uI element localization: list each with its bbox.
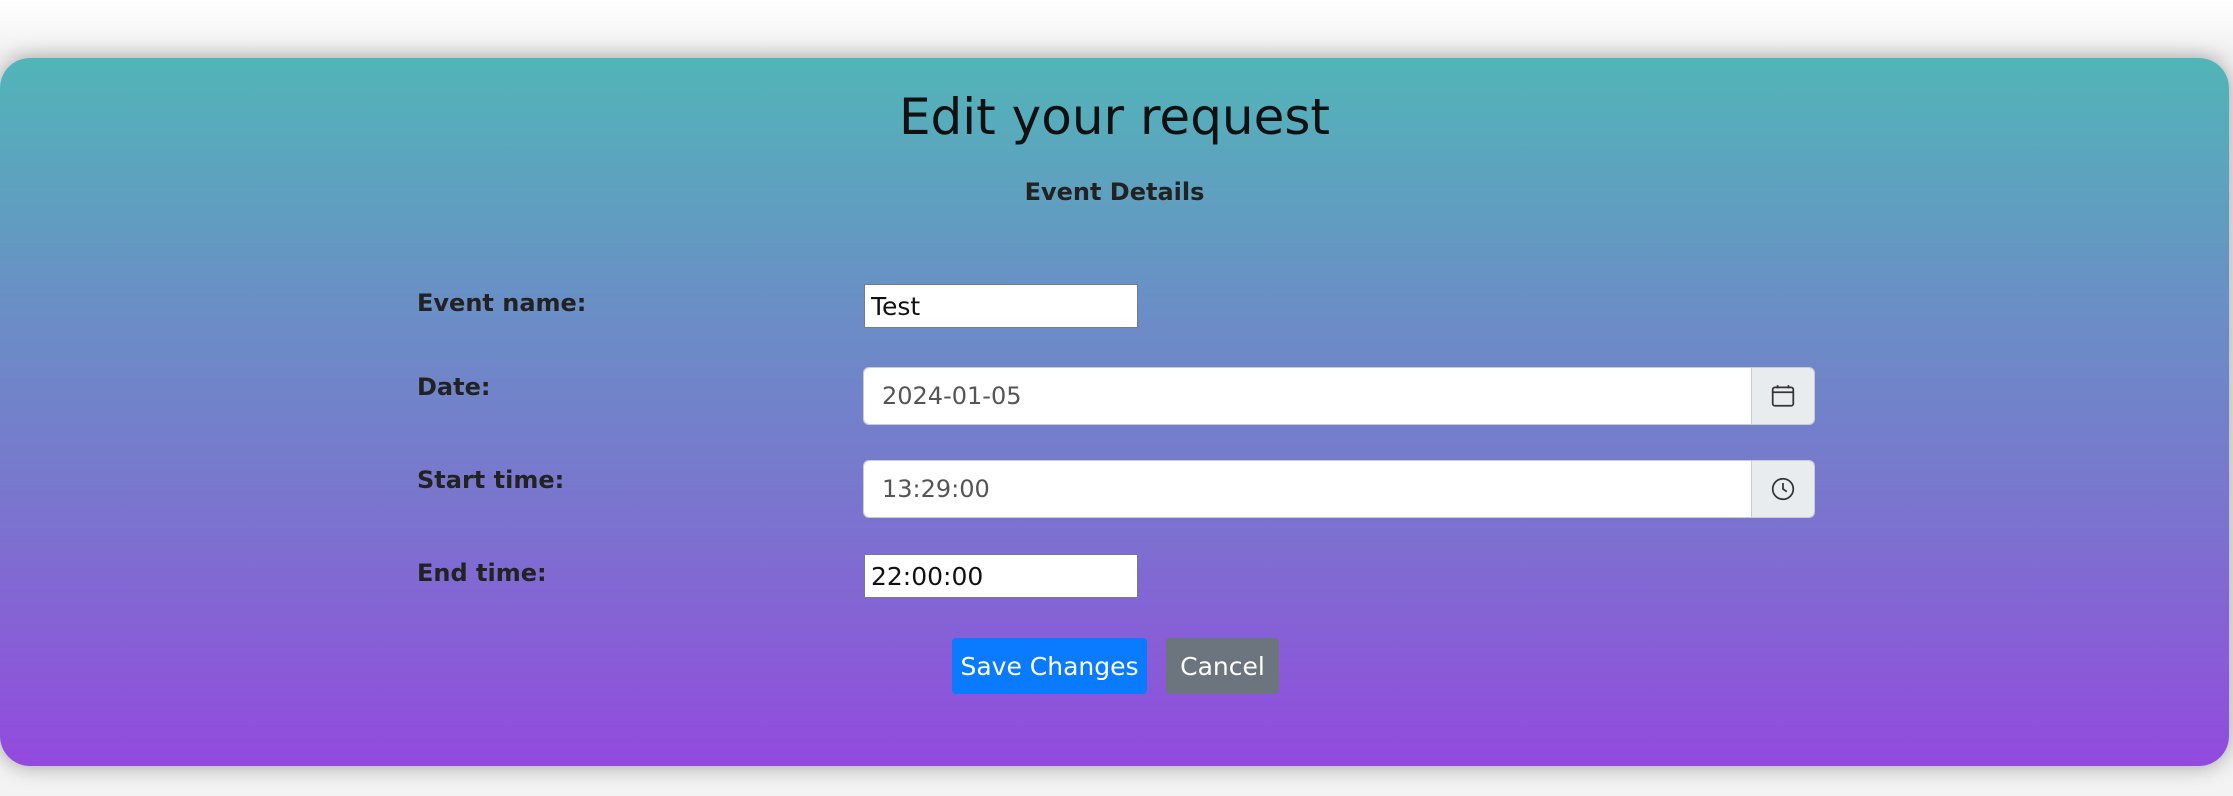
clock-icon bbox=[1771, 477, 1795, 501]
start-time-input-group bbox=[864, 461, 1814, 517]
date-label: Date: bbox=[417, 373, 491, 401]
page-title: Edit your request bbox=[898, 88, 1331, 146]
page-top-background bbox=[0, 0, 2233, 58]
section-subtitle: Event Details bbox=[1024, 178, 1205, 206]
save-changes-button[interactable]: Save Changes bbox=[952, 638, 1147, 694]
end-time-input[interactable] bbox=[864, 554, 1138, 598]
time-picker-button[interactable] bbox=[1751, 461, 1814, 517]
start-time-label: Start time: bbox=[417, 466, 565, 494]
date-input-group bbox=[864, 368, 1814, 424]
event-name-label: Event name: bbox=[417, 289, 587, 317]
date-input[interactable] bbox=[864, 368, 1751, 424]
event-name-input[interactable] bbox=[864, 284, 1138, 328]
date-picker-button[interactable] bbox=[1751, 368, 1814, 424]
end-time-label: End time: bbox=[417, 559, 547, 587]
calendar-icon bbox=[1771, 385, 1795, 407]
start-time-input[interactable] bbox=[864, 461, 1751, 517]
edit-request-card: Edit your request Event Details Event na… bbox=[0, 58, 2229, 766]
cancel-button[interactable]: Cancel bbox=[1166, 638, 1279, 694]
